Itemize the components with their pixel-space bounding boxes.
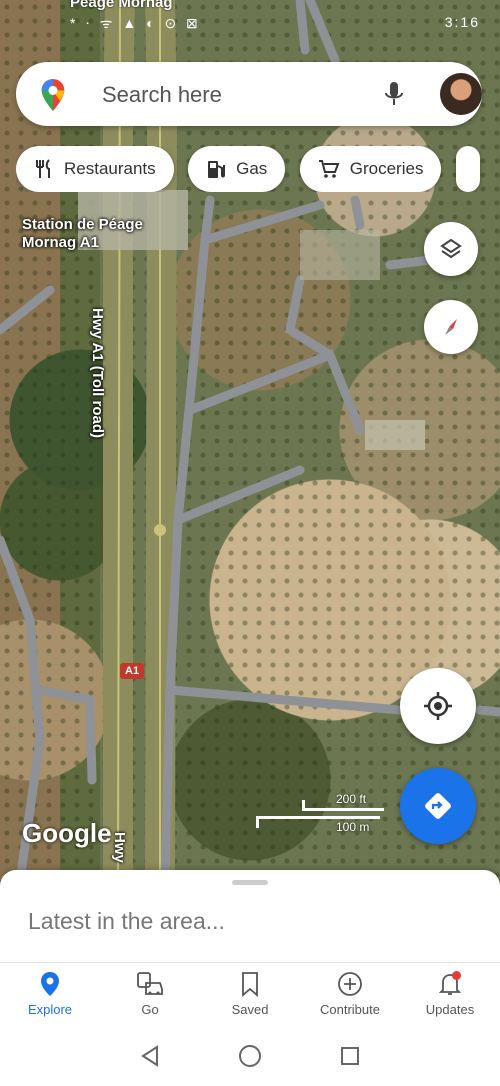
compass-icon bbox=[445, 319, 457, 335]
layers-button[interactable] bbox=[424, 222, 478, 276]
status-notification-text: Peage Mornag bbox=[70, 0, 173, 11]
layers-icon bbox=[440, 238, 462, 259]
add-circle-icon bbox=[338, 972, 362, 996]
bookmark-icon bbox=[242, 972, 258, 997]
road-overlay bbox=[0, 0, 500, 880]
nav-label: Go bbox=[141, 1002, 159, 1017]
compass-button[interactable] bbox=[424, 300, 478, 354]
microphone-icon[interactable] bbox=[382, 80, 406, 113]
category-chips: Restaurants Gas Groceries bbox=[16, 146, 500, 192]
chip-gas[interactable]: Gas bbox=[188, 146, 286, 192]
map-view[interactable]: Peage Mornag * ⋅ ᯤ ▲ ◐ ⊙ ⊠ 3:16 Station … bbox=[0, 0, 500, 880]
fork-knife-icon bbox=[36, 159, 50, 178]
chip-label: Groceries bbox=[349, 159, 424, 178]
bottom-sheet[interactable]: Latest in the area... bbox=[0, 870, 500, 962]
scale-bottom-label: 100 m bbox=[336, 820, 370, 834]
maps-logo-icon bbox=[38, 78, 68, 117]
highway-label-bottom: Hwy bbox=[111, 832, 128, 863]
map-scale: 200 ft 100 m bbox=[256, 792, 386, 838]
status-time: 3:16 bbox=[444, 14, 480, 30]
directions-icon bbox=[425, 793, 451, 819]
bottom-navigation: Explore Go Saved Contribute Updates bbox=[0, 962, 500, 1026]
my-location-button[interactable] bbox=[400, 668, 476, 744]
nav-label: Updates bbox=[425, 1002, 475, 1017]
nav-label: Explore bbox=[27, 1002, 73, 1017]
system-navigation-bar bbox=[0, 1026, 500, 1086]
account-avatar[interactable] bbox=[440, 73, 482, 115]
nav-go[interactable]: Go bbox=[100, 963, 200, 1026]
chip-restaurants[interactable]: Restaurants bbox=[16, 146, 174, 192]
chip-label: Restaurants bbox=[64, 159, 156, 178]
nav-updates[interactable]: Updates bbox=[400, 963, 500, 1026]
search-input[interactable]: Search here bbox=[102, 82, 222, 108]
sheet-title: Latest in the area... bbox=[28, 908, 225, 934]
nav-label: Contribute bbox=[320, 1002, 380, 1017]
my-location-icon bbox=[424, 692, 452, 720]
scale-top-label: 200 ft bbox=[336, 792, 367, 806]
nav-explore[interactable]: Explore bbox=[0, 963, 100, 1026]
sheet-drag-handle[interactable] bbox=[232, 880, 268, 885]
route-badge: A1 bbox=[120, 663, 145, 679]
cart-icon bbox=[318, 160, 340, 178]
status-bar: Peage Mornag * ⋅ ᯤ ▲ ◐ ⊙ ⊠ 3:16 bbox=[0, 0, 500, 34]
nav-label: Saved bbox=[231, 1002, 269, 1017]
recents-icon[interactable] bbox=[339, 1045, 361, 1067]
chip-groceries[interactable]: Groceries bbox=[299, 146, 442, 192]
back-icon[interactable] bbox=[139, 1045, 161, 1067]
station-label-line2: Mornag A1 bbox=[22, 234, 99, 251]
nav-saved[interactable]: Saved bbox=[200, 963, 300, 1026]
google-attribution: Google bbox=[22, 818, 112, 848]
station-label-line1: Station de Péage bbox=[22, 216, 143, 233]
updates-badge bbox=[452, 971, 461, 980]
gas-pump-icon bbox=[208, 161, 226, 178]
commute-icon bbox=[137, 972, 163, 995]
search-bar[interactable]: Search here bbox=[16, 62, 482, 126]
directions-button[interactable] bbox=[400, 768, 476, 844]
status-icons: * ⋅ ᯤ ▲ ◐ ⊙ ⊠ bbox=[70, 15, 201, 31]
nav-contribute[interactable]: Contribute bbox=[300, 963, 400, 1026]
home-icon[interactable] bbox=[238, 1044, 262, 1068]
chip-label: Gas bbox=[236, 159, 268, 178]
explore-pin-icon bbox=[41, 972, 59, 996]
chip-more[interactable] bbox=[455, 146, 480, 192]
station-label[interactable]: Station de Péage Mornag A1 bbox=[22, 216, 143, 252]
highway-label: Hwy A1 (Toll road) bbox=[89, 308, 106, 439]
